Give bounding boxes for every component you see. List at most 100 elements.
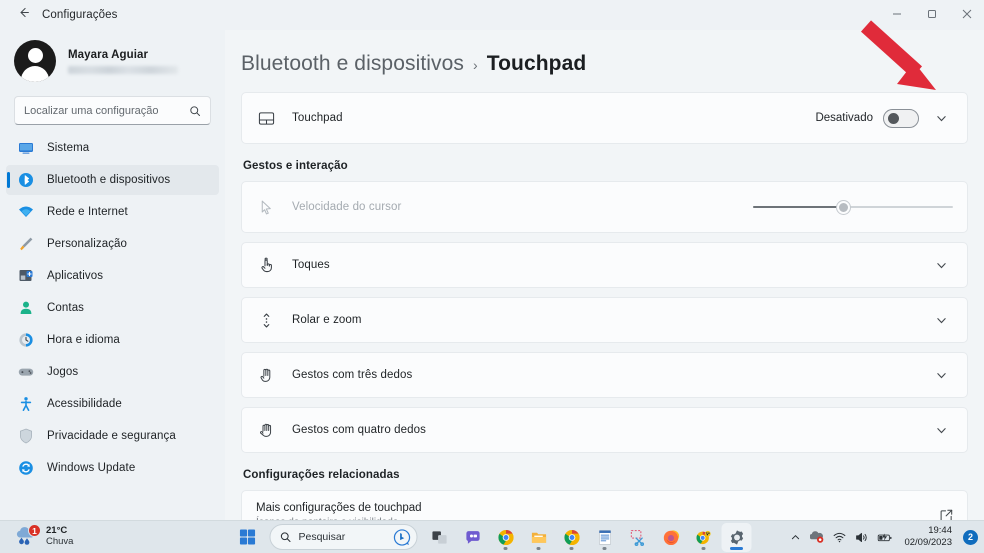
gestos-tres-dedos-label: Gestos com três dedos — [292, 369, 413, 381]
three-finger-hand-icon — [256, 365, 276, 385]
settings-window: Configurações Mayara Aguiar Localizar um… — [0, 0, 984, 520]
chevron-down-icon[interactable] — [929, 106, 953, 130]
bing-chat-icon[interactable] — [393, 528, 411, 546]
clock-globe-icon — [16, 330, 36, 350]
gestos-quatro-dedos-card[interactable]: Gestos com quatro dedos — [241, 407, 968, 453]
sidebar-item-personalizacao[interactable]: Personalização — [6, 229, 219, 259]
shield-icon — [16, 426, 36, 446]
sidebar-item-windows-update[interactable]: Windows Update — [6, 453, 219, 483]
title-bar: Configurações — [0, 0, 984, 30]
more-touchpad-settings-card[interactable]: Mais configurações de touchpad Ícones de… — [241, 490, 968, 520]
settings-window-screenshot: Configurações Mayara Aguiar Localizar um… — [0, 0, 984, 553]
sidebar-item-jogos[interactable]: Jogos — [6, 357, 219, 387]
touchpad-card-label: Touchpad — [292, 112, 343, 124]
rolar-e-zoom-card[interactable]: Rolar e zoom — [241, 297, 968, 343]
sidebar: Mayara Aguiar Localizar uma configuração… — [0, 30, 225, 520]
chevron-down-icon[interactable] — [929, 253, 953, 277]
sidebar-item-privacidade-e-seguranca[interactable]: Privacidade e segurança — [6, 421, 219, 451]
clock-date[interactable]: 19:44 02/09/2023 — [904, 525, 952, 549]
touchpad-toggle-state: Desativado — [815, 112, 873, 124]
monitor-icon — [16, 138, 36, 158]
touchpad-icon — [256, 108, 276, 128]
close-icon — [962, 6, 972, 24]
gamepad-icon — [16, 362, 36, 382]
window-title: Configurações — [42, 9, 118, 21]
sidebar-item-bluetooth-e-dispositivos[interactable]: Bluetooth e dispositivos — [6, 165, 219, 195]
account-email-redacted — [68, 65, 178, 74]
sidebar-item-label: Jogos — [47, 366, 79, 378]
sidebar-item-label: Personalização — [47, 238, 128, 250]
sidebar-item-aplicativos[interactable]: Aplicativos — [6, 261, 219, 291]
settings-search-box[interactable] — [14, 96, 211, 125]
taskbar-weather-widget[interactable]: 1 21°C Chuva — [8, 524, 79, 550]
chevron-up-icon[interactable] — [790, 532, 801, 543]
sidebar-item-label: Windows Update — [47, 462, 136, 474]
page-title: Touchpad — [486, 52, 587, 75]
four-finger-hand-icon — [256, 420, 276, 440]
snipping-tool-button[interactable] — [623, 523, 653, 552]
avatar — [14, 40, 56, 82]
more-touchpad-settings-title: Mais configurações de touchpad — [256, 502, 422, 514]
gestures-section-heading: Gestos e interação — [243, 160, 348, 172]
weather-condition: Chuva — [46, 536, 74, 547]
minimize-icon — [892, 6, 902, 24]
sidebar-item-sistema[interactable]: Sistema — [6, 133, 219, 163]
volume-icon[interactable] — [855, 531, 868, 544]
sidebar-item-contas[interactable]: Contas — [6, 293, 219, 323]
taskbar: 1 21°C Chuva Pesquisar 19:44 02/09/2023 … — [0, 520, 984, 553]
search-icon — [189, 105, 201, 117]
cursor-speed-card: Velocidade do cursor — [241, 181, 968, 233]
tap-hand-icon — [256, 255, 276, 275]
apps-icon — [16, 266, 36, 286]
notification-badge[interactable]: 2 — [963, 529, 978, 545]
tray-time: 19:44 — [928, 525, 952, 537]
back-button[interactable] — [8, 2, 38, 28]
touchpad-toggle[interactable] — [883, 108, 919, 128]
window-controls — [879, 0, 984, 30]
toques-card[interactable]: Toques — [241, 242, 968, 288]
record-icon[interactable] — [810, 530, 824, 544]
sidebar-item-label: Aplicativos — [47, 270, 104, 282]
chevron-down-icon[interactable] — [929, 308, 953, 332]
battery-icon[interactable] — [877, 531, 893, 544]
task-view-button[interactable] — [425, 523, 455, 552]
firefox-button[interactable] — [656, 523, 686, 552]
start-button[interactable] — [233, 523, 263, 552]
maximize-button[interactable] — [914, 0, 949, 30]
wifi-icon[interactable] — [833, 531, 846, 544]
sidebar-item-label: Bluetooth e dispositivos — [47, 174, 171, 186]
chrome-canary-button[interactable] — [689, 523, 719, 552]
sidebar-item-hora-e-idioma[interactable]: Hora e idioma — [6, 325, 219, 355]
toques-label: Toques — [292, 259, 330, 271]
cursor-speed-slider[interactable] — [753, 198, 953, 216]
chat-teams-button[interactable] — [458, 523, 488, 552]
gestos-tres-dedos-card[interactable]: Gestos com três dedos — [241, 352, 968, 398]
weather-badge: 1 — [28, 524, 41, 537]
taskbar-search-box[interactable]: Pesquisar — [269, 524, 418, 550]
account-block[interactable]: Mayara Aguiar — [0, 32, 225, 90]
close-button[interactable] — [949, 0, 984, 30]
rain-cloud-icon: 1 — [14, 524, 41, 548]
touchpad-toggle-card[interactable]: Touchpad Desativado — [241, 92, 968, 144]
sidebar-item-rede-e-internet[interactable]: Rede e Internet — [6, 197, 219, 227]
file-explorer-button[interactable] — [524, 523, 554, 552]
breadcrumb: Bluetooth e dispositivos › Touchpad — [241, 30, 968, 76]
sidebar-item-acessibilidade[interactable]: Acessibilidade — [6, 389, 219, 419]
notepad-button[interactable] — [590, 523, 620, 552]
chevron-down-icon[interactable] — [929, 363, 953, 387]
chevron-down-icon[interactable] — [929, 418, 953, 442]
wifi-icon — [16, 202, 36, 222]
breadcrumb-parent[interactable]: Bluetooth e dispositivos — [241, 52, 464, 76]
chrome-button[interactable] — [491, 523, 521, 552]
settings-taskbar-button[interactable] — [721, 522, 752, 552]
main-content: Bluetooth e dispositivos › Touchpad Touc… — [225, 30, 984, 520]
rolar-e-zoom-label: Rolar e zoom — [292, 314, 362, 326]
search-input[interactable] — [24, 104, 189, 117]
chrome-2-button[interactable] — [557, 523, 587, 552]
breadcrumb-separator-icon: › — [473, 57, 478, 73]
sidebar-item-label: Hora e idioma — [47, 334, 120, 346]
minimize-button[interactable] — [879, 0, 914, 30]
cursor-arrow-icon — [256, 197, 276, 217]
person-icon — [16, 298, 36, 318]
maximize-icon — [927, 6, 937, 24]
